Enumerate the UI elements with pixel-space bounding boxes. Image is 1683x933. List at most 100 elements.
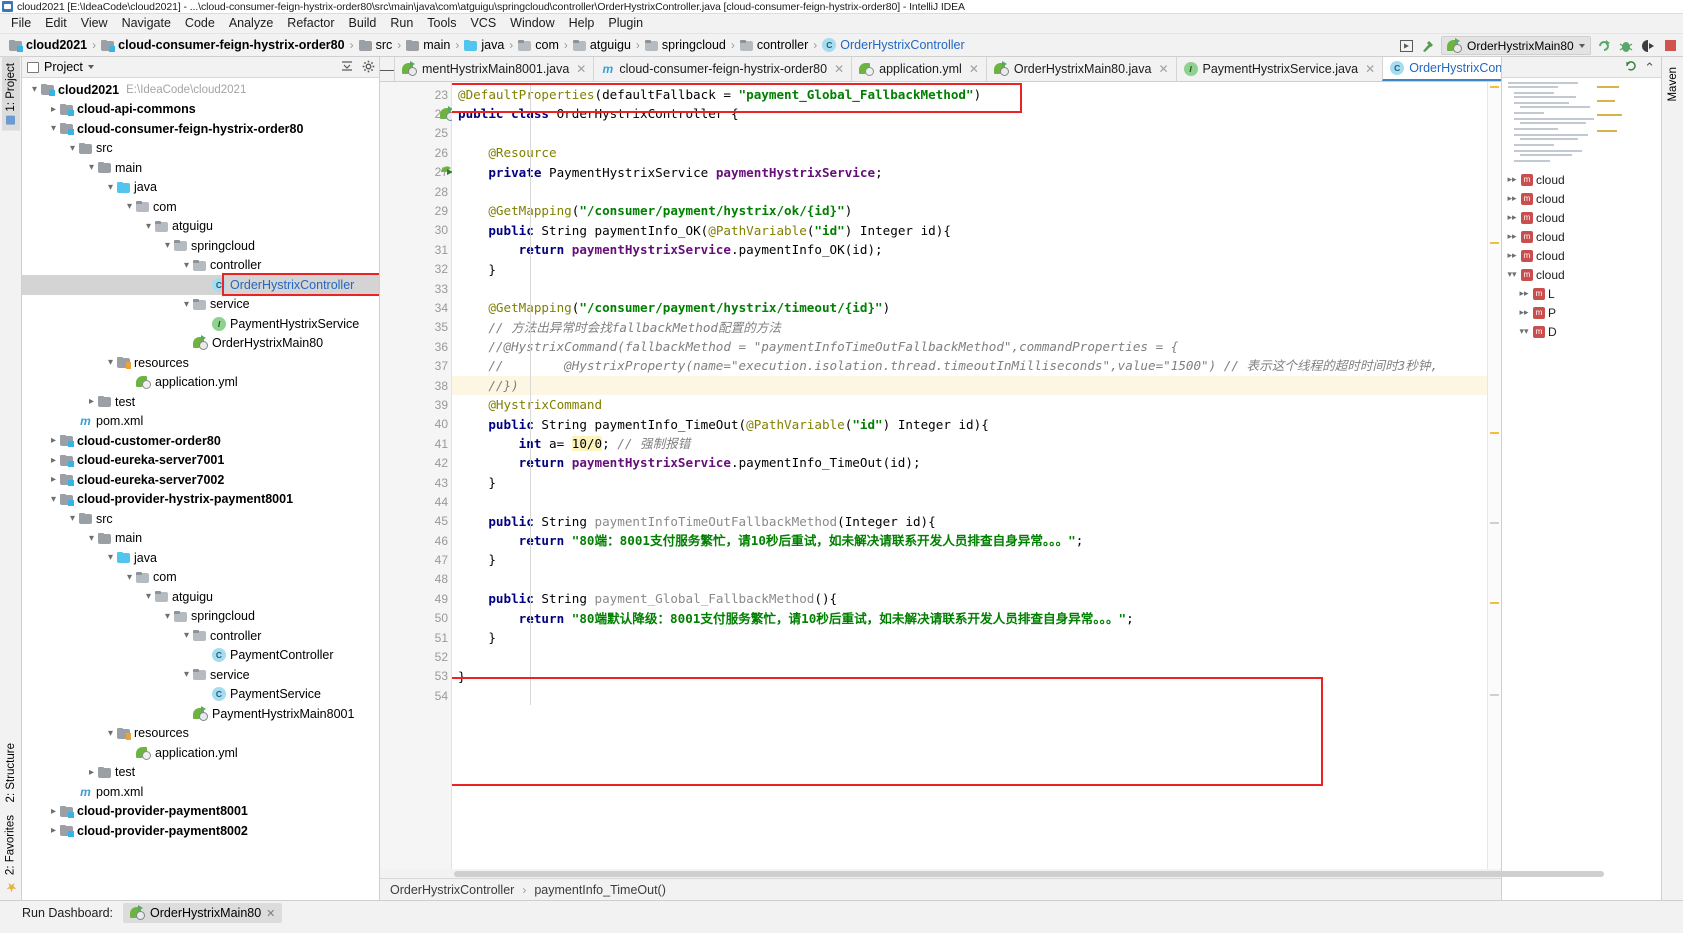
tree-node[interactable]: application.yml bbox=[22, 373, 379, 393]
editor-tab-paymenthystrixservice-java[interactable]: I PaymentHystrixService.java ✕ bbox=[1175, 57, 1383, 81]
close-icon[interactable]: ✕ bbox=[1158, 62, 1168, 76]
run-dashboard-label[interactable]: Run Dashboard: bbox=[22, 906, 113, 920]
chevron-down-icon[interactable] bbox=[47, 494, 60, 505]
menu-item-vcs[interactable]: VCS bbox=[463, 14, 503, 33]
gutter-line[interactable]: 29 bbox=[380, 201, 451, 220]
project-tree[interactable]: cloud2021 E:\IdeaCode\cloud2021 cloud-api-… bbox=[22, 78, 379, 900]
code-line[interactable]: return paymentHystrixService.paymentInfo… bbox=[452, 240, 1487, 259]
chevron-right-icon[interactable] bbox=[47, 474, 60, 485]
tree-node[interactable]: resources bbox=[22, 724, 379, 744]
editor-tab-menthystrixmain8001-java[interactable]: mentHystrixMain8001.java ✕ bbox=[394, 57, 594, 81]
code-line[interactable]: return "80端默认降级：8001支付服务繁忙，请10秒后重试，如未解决请… bbox=[452, 609, 1487, 628]
editor-gutter[interactable]: 23−24252627282930−3132−3334−3536373839−4… bbox=[380, 82, 472, 869]
gutter-line[interactable]: 43− bbox=[380, 473, 472, 492]
menu-item-analyze[interactable]: Analyze bbox=[222, 14, 280, 33]
chevron-down-icon[interactable] bbox=[180, 669, 193, 680]
chevron-down-icon[interactable] bbox=[180, 260, 193, 271]
code-line[interactable]: } bbox=[452, 667, 1487, 686]
breadcrumb-item-com[interactable]: com bbox=[515, 38, 562, 52]
breadcrumb-item-cloud-consumer-feign-hystrix-order80[interactable]: cloud-consumer-feign-hystrix-order80 bbox=[98, 38, 347, 52]
chevron-right-icon[interactable]: ▸ bbox=[1506, 212, 1518, 223]
close-icon[interactable]: ✕ bbox=[576, 62, 586, 76]
gutter-line[interactable]: 25 bbox=[380, 124, 451, 143]
maven-projects-tree[interactable]: ▸mcloud▸mcloud▸mcloud▸mcloud▸mcloud▾mclo… bbox=[1502, 168, 1661, 900]
gutter-line[interactable]: 42 bbox=[380, 453, 451, 472]
code-line[interactable] bbox=[452, 570, 1487, 589]
tree-node[interactable]: com bbox=[22, 197, 379, 217]
chevron-down-icon[interactable] bbox=[180, 299, 193, 310]
tree-node[interactable]: springcloud bbox=[22, 607, 379, 627]
menu-item-run[interactable]: Run bbox=[383, 14, 420, 33]
tree-node[interactable]: cloud-provider-payment8002 bbox=[22, 821, 379, 841]
editor-tab-application-yml[interactable]: application.yml ✕ bbox=[851, 57, 986, 81]
tree-node[interactable]: atguigu bbox=[22, 587, 379, 607]
chevron-down-icon[interactable]: ▾ bbox=[1518, 326, 1530, 337]
gutter-line[interactable]: 39− bbox=[380, 395, 472, 414]
gutter-line[interactable]: 32− bbox=[380, 260, 472, 279]
tree-node[interactable]: cloud2021 E:\IdeaCode\cloud2021 bbox=[22, 80, 379, 100]
error-stripe[interactable] bbox=[1487, 82, 1501, 869]
menu-item-code[interactable]: Code bbox=[178, 14, 222, 33]
tree-node[interactable]: test bbox=[22, 763, 379, 783]
maven-tree-node[interactable]: ▾mcloud bbox=[1502, 265, 1661, 284]
tree-node[interactable]: atguigu bbox=[22, 217, 379, 237]
editor-horizontal-scrollbar[interactable] bbox=[380, 869, 1604, 878]
select-run-config-icon[interactable] bbox=[1397, 37, 1415, 55]
gutter-line[interactable]: 45− bbox=[380, 512, 472, 531]
chevron-down-icon[interactable] bbox=[142, 591, 155, 602]
code-line[interactable]: } bbox=[452, 260, 1487, 279]
gutter-line[interactable]: 31 bbox=[380, 240, 451, 259]
gutter-line[interactable]: 37 bbox=[380, 356, 451, 375]
run-with-coverage-button[interactable] bbox=[1639, 37, 1657, 55]
chevron-right-icon[interactable]: ▸ bbox=[1506, 250, 1518, 261]
chevron-down-icon[interactable] bbox=[85, 533, 98, 544]
gutter-line[interactable]: 30− bbox=[380, 221, 472, 240]
chevron-right-icon[interactable]: ▸ bbox=[1506, 231, 1518, 242]
collapse-all-icon[interactable] bbox=[341, 60, 353, 74]
menu-item-file[interactable]: File bbox=[4, 14, 38, 33]
chevron-down-icon[interactable]: ▾ bbox=[1506, 269, 1518, 280]
chevron-down-icon[interactable] bbox=[161, 240, 174, 251]
code-line[interactable]: private PaymentHystrixService paymentHys… bbox=[452, 163, 1487, 182]
chevron-down-icon[interactable] bbox=[161, 611, 174, 622]
close-icon[interactable]: ✕ bbox=[969, 62, 979, 76]
menu-item-view[interactable]: View bbox=[74, 14, 115, 33]
tree-node[interactable]: PaymentHystrixMain8001 bbox=[22, 704, 379, 724]
tree-node[interactable]: cloud-provider-payment8001 bbox=[22, 802, 379, 822]
menu-item-navigate[interactable]: Navigate bbox=[115, 14, 178, 33]
maven-tree-node[interactable]: ▸mcloud bbox=[1502, 227, 1661, 246]
chevron-down-icon[interactable] bbox=[28, 84, 41, 95]
maven-tree-node[interactable]: ▸mcloud bbox=[1502, 246, 1661, 265]
chevron-down-icon[interactable] bbox=[104, 357, 117, 368]
breadcrumb-method[interactable]: paymentInfo_TimeOut() bbox=[534, 883, 666, 897]
code-line[interactable]: // @HystrixProperty(name="execution.isol… bbox=[452, 356, 1487, 375]
maven-tree-node[interactable]: ▸mcloud bbox=[1502, 208, 1661, 227]
code-line[interactable]: public String payment_Global_FallbackMet… bbox=[452, 589, 1487, 608]
tree-node[interactable]: service bbox=[22, 665, 379, 685]
code-line[interactable]: return "80端：8001支付服务繁忙，请10秒后重试，如未解决请联系开发… bbox=[452, 531, 1487, 550]
tree-node[interactable]: cloud-provider-hystrix-payment8001 bbox=[22, 490, 379, 510]
rerun-button[interactable] bbox=[1595, 37, 1613, 55]
tree-node[interactable]: com bbox=[22, 568, 379, 588]
tree-node[interactable]: C PaymentService bbox=[22, 685, 379, 705]
gear-icon[interactable] bbox=[362, 60, 375, 75]
gutter-line[interactable]: 35 bbox=[380, 318, 451, 337]
gutter-line[interactable]: 24 bbox=[380, 104, 455, 123]
code-line[interactable]: } bbox=[452, 473, 1487, 492]
tree-node[interactable]: cloud-customer-order80 bbox=[22, 431, 379, 451]
gutter-line[interactable]: 48 bbox=[380, 570, 451, 589]
tree-node[interactable]: test bbox=[22, 392, 379, 412]
chevron-down-icon[interactable] bbox=[85, 162, 98, 173]
code-line[interactable]: @GetMapping("/consumer/payment/hystrix/o… bbox=[452, 201, 1487, 220]
code-line[interactable]: @Resource bbox=[452, 143, 1487, 162]
code-line[interactable]: @HystrixCommand bbox=[452, 395, 1487, 414]
close-icon[interactable]: ✕ bbox=[1365, 62, 1375, 76]
code-line[interactable]: public class OrderHystrixController { bbox=[452, 104, 1487, 123]
breadcrumb-item-java[interactable]: java bbox=[461, 38, 507, 52]
breadcrumb-class[interactable]: OrderHystrixController bbox=[390, 883, 514, 897]
maven-tree-node[interactable]: ▾mD bbox=[1502, 322, 1661, 341]
gutter-line[interactable]: 52 bbox=[380, 647, 451, 666]
code-line[interactable] bbox=[452, 647, 1487, 666]
code-line[interactable]: //}) bbox=[452, 375, 1487, 396]
tree-node[interactable]: OrderHystrixMain80 bbox=[22, 334, 379, 354]
